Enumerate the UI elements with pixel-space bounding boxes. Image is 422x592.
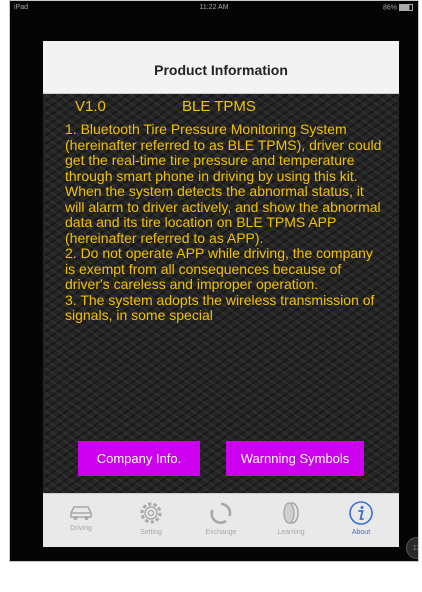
tab-about[interactable]: About (331, 500, 391, 544)
battery-percent: 86% (382, 4, 397, 12)
tab-driving[interactable]: Driving (51, 500, 111, 544)
tire-icon (283, 502, 299, 524)
tab-label: Exchange (205, 529, 237, 536)
product-info-text[interactable]: V1.0 BLE TPMS 1. Bluetooth Tire Pressure… (65, 97, 385, 469)
tab-label: About (351, 529, 371, 536)
company-info-button[interactable]: Company Info. (78, 441, 200, 476)
product-info-panel: Product Information V1.0 BLE TPMS 1. Blu… (43, 41, 399, 547)
info-icon (349, 501, 373, 525)
tab-bar: Driving Setting Exchange Learning About (43, 493, 399, 547)
device-screen: iPad 11:22 AM 86% Product Information V1… (9, 0, 419, 562)
tab-setting[interactable]: Setting (121, 500, 181, 544)
info-paragraph: 1. Bluetooth Tire Pressure Monitoring Sy… (65, 121, 382, 246)
panel-header: Product Information (43, 41, 399, 94)
version-label: V1.0 (75, 98, 106, 115)
tab-label: Setting (140, 529, 162, 536)
info-paragraph: 3. The system adopts the wireless transm… (65, 291, 375, 323)
tab-label: Learning (277, 529, 305, 536)
battery-indicator: 86% (383, 4, 413, 11)
status-bar: iPad 11:22 AM 86% (10, 1, 418, 15)
action-buttons: Company Info. Warnning Symbols (43, 441, 399, 477)
car-icon (70, 506, 92, 520)
tab-learning[interactable]: Learning (261, 500, 321, 544)
title-row: V1.0 BLE TPMS (65, 99, 385, 119)
info-paragraph: 2. Do not operate APP while driving, the… (65, 245, 373, 292)
exchange-icon (210, 502, 232, 524)
tab-label: Driving (70, 525, 92, 532)
tab-exchange[interactable]: Exchange (191, 500, 251, 544)
gear-icon (140, 502, 162, 524)
page-title: Product Information (154, 62, 288, 78)
warning-symbols-button[interactable]: Warnning Symbols (226, 441, 364, 476)
clock: 11:22 AM (199, 4, 229, 11)
app-title: BLE TPMS (182, 98, 256, 115)
assistive-touch-button[interactable]: 1X (406, 537, 418, 559)
battery-icon (399, 4, 413, 11)
